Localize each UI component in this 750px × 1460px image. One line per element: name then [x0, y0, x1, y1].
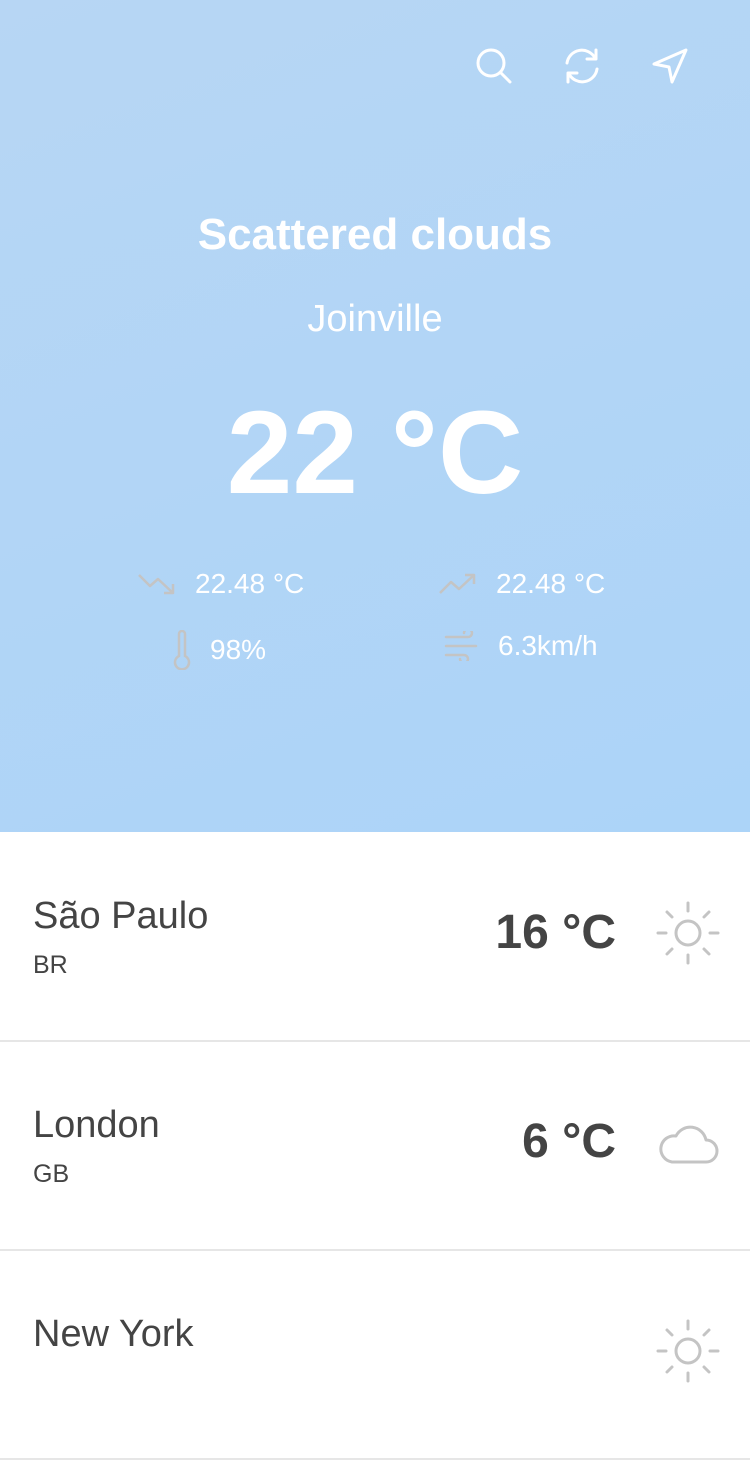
current-weather-panel: Scattered clouds Joinville 22 °C 22.48 °… [0, 0, 750, 832]
cloud-icon [656, 1110, 720, 1174]
refresh-icon[interactable] [560, 44, 604, 88]
search-icon[interactable] [472, 44, 516, 88]
weather-condition: Scattered clouds [197, 210, 553, 259]
city-row-sao-paulo[interactable]: São Paulo BR 16 °C [0, 833, 750, 1042]
max-temperature: 22.48 °C [438, 568, 605, 600]
city-country: BR [33, 951, 68, 979]
city-list: São Paulo BR 16 °C London GB 6 °C New Yo… [0, 833, 750, 1460]
wind-icon [444, 631, 480, 661]
wind-speed: 6.3km/h [444, 630, 598, 662]
city-row-london[interactable]: London GB 6 °C [0, 1042, 750, 1251]
city-temperature: 16 °C [495, 906, 616, 959]
sun-icon [656, 901, 720, 965]
sun-icon [656, 1319, 720, 1383]
wind-speed-value: 6.3km/h [498, 630, 598, 661]
humidity: 98% [172, 630, 266, 670]
city-country: GB [33, 1160, 70, 1188]
location-arrow-icon[interactable] [648, 44, 692, 88]
city-row-new-york[interactable]: New York [0, 1251, 750, 1460]
max-temperature-value: 22.48 °C [496, 568, 606, 599]
city-name: São Paulo [33, 895, 209, 937]
min-temperature-value: 22.48 °C [195, 568, 305, 599]
trending-down-icon [137, 571, 177, 597]
current-temperature: 22 °C [226, 387, 524, 519]
min-temperature: 22.48 °C [137, 568, 304, 600]
trending-up-icon [438, 571, 478, 597]
current-city: Joinville [307, 298, 443, 340]
city-temperature: 6 °C [522, 1115, 616, 1168]
toolbar [472, 44, 692, 88]
humidity-value: 98% [210, 634, 267, 665]
city-name: London [33, 1104, 160, 1146]
thermometer-icon [172, 630, 192, 670]
city-name: New York [33, 1313, 194, 1355]
